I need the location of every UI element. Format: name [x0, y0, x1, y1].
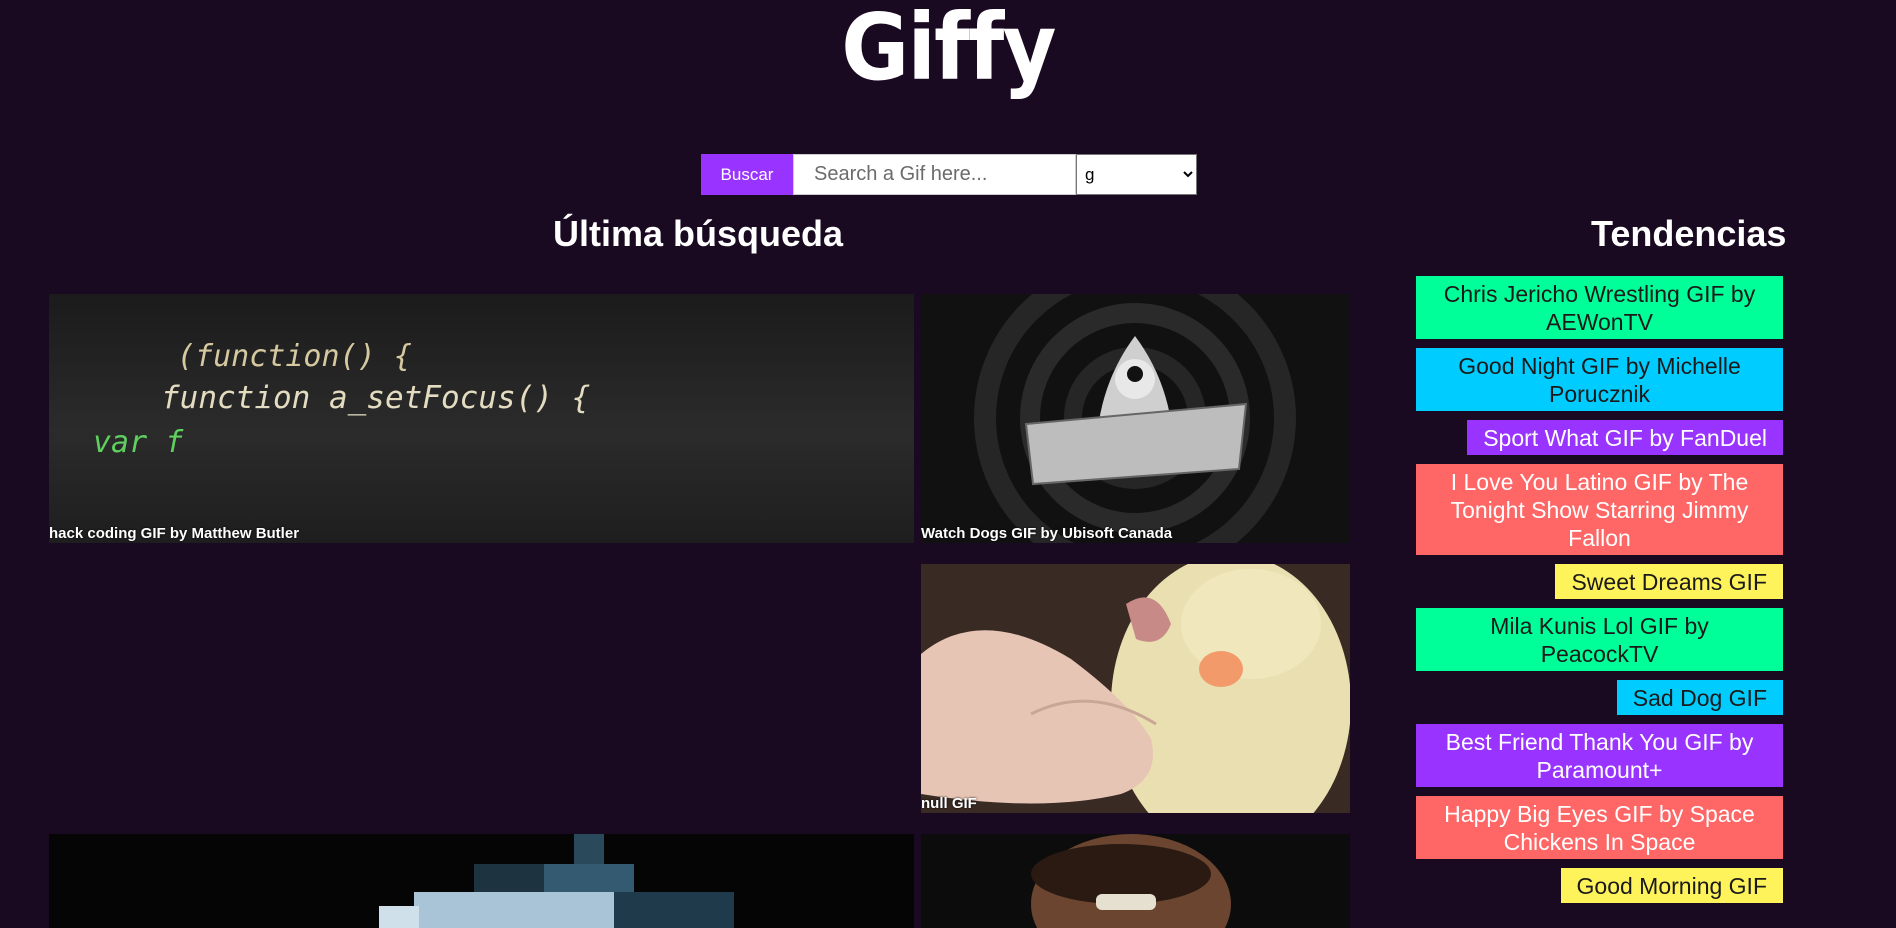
- gif-card-hack-coding[interactable]: (function() { function a_setFocus() { va…: [49, 294, 914, 543]
- gif-title: hack coding GIF by Matthew Butler: [49, 525, 300, 542]
- trend-item[interactable]: Good Morning GIF: [1560, 868, 1783, 903]
- rating-select[interactable]: g: [1076, 154, 1197, 195]
- gif-title: null GIF: [921, 795, 977, 812]
- trend-item[interactable]: Best Friend Thank You GIF by Paramount+: [1416, 724, 1783, 787]
- trend-item[interactable]: Happy Big Eyes GIF by Space Chickens In …: [1416, 796, 1783, 859]
- site-logo[interactable]: Giffy: [95, 0, 1801, 101]
- code-line-2: function a_setFocus() {: [161, 380, 590, 416]
- gif-title: Watch Dogs GIF by Ubisoft Canada: [921, 525, 1173, 542]
- trend-item[interactable]: Mila Kunis Lol GIF by PeacockTV: [1416, 608, 1783, 671]
- gif-image-dedsec: [974, 294, 1296, 543]
- trend-item[interactable]: Sport What GIF by FanDuel: [1467, 420, 1783, 455]
- gif-image-bird: [921, 564, 1350, 813]
- code-line-3: var f: [93, 425, 184, 460]
- trend-item[interactable]: Chris Jericho Wrestling GIF by AEWonTV: [1416, 276, 1783, 339]
- trend-item[interactable]: Good Night GIF by Michelle Porucznik: [1416, 348, 1783, 411]
- gif-image-pixel: [379, 834, 734, 928]
- gif-image-code: (function() { function a_setFocus() { va…: [93, 339, 590, 460]
- gif-card-pixel-art[interactable]: [49, 834, 914, 928]
- code-line-1: (function() {: [177, 339, 412, 374]
- trends-title: Tendencias: [1591, 213, 1787, 254]
- gif-card-face[interactable]: [921, 834, 1350, 928]
- search-form: Buscar g: [701, 154, 1197, 195]
- search-input[interactable]: [793, 154, 1076, 195]
- gif-image-face: [1031, 834, 1231, 928]
- trends-list: Chris Jericho Wrestling GIF by AEWonTV G…: [1416, 276, 1783, 903]
- trend-item[interactable]: Sweet Dreams GIF: [1555, 564, 1783, 599]
- trend-item[interactable]: I Love You Latino GIF by The Tonight Sho…: [1416, 464, 1783, 555]
- gif-card-watch-dogs[interactable]: Watch Dogs GIF by Ubisoft Canada: [921, 294, 1350, 543]
- gif-card-null[interactable]: null GIF: [921, 564, 1350, 813]
- search-button[interactable]: Buscar: [701, 154, 793, 195]
- trend-item[interactable]: Sad Dog GIF: [1616, 680, 1783, 715]
- page: Giffy Buscar g Última búsqueda Tendencia…: [0, 0, 1896, 928]
- last-search-title: Última búsqueda: [553, 213, 844, 254]
